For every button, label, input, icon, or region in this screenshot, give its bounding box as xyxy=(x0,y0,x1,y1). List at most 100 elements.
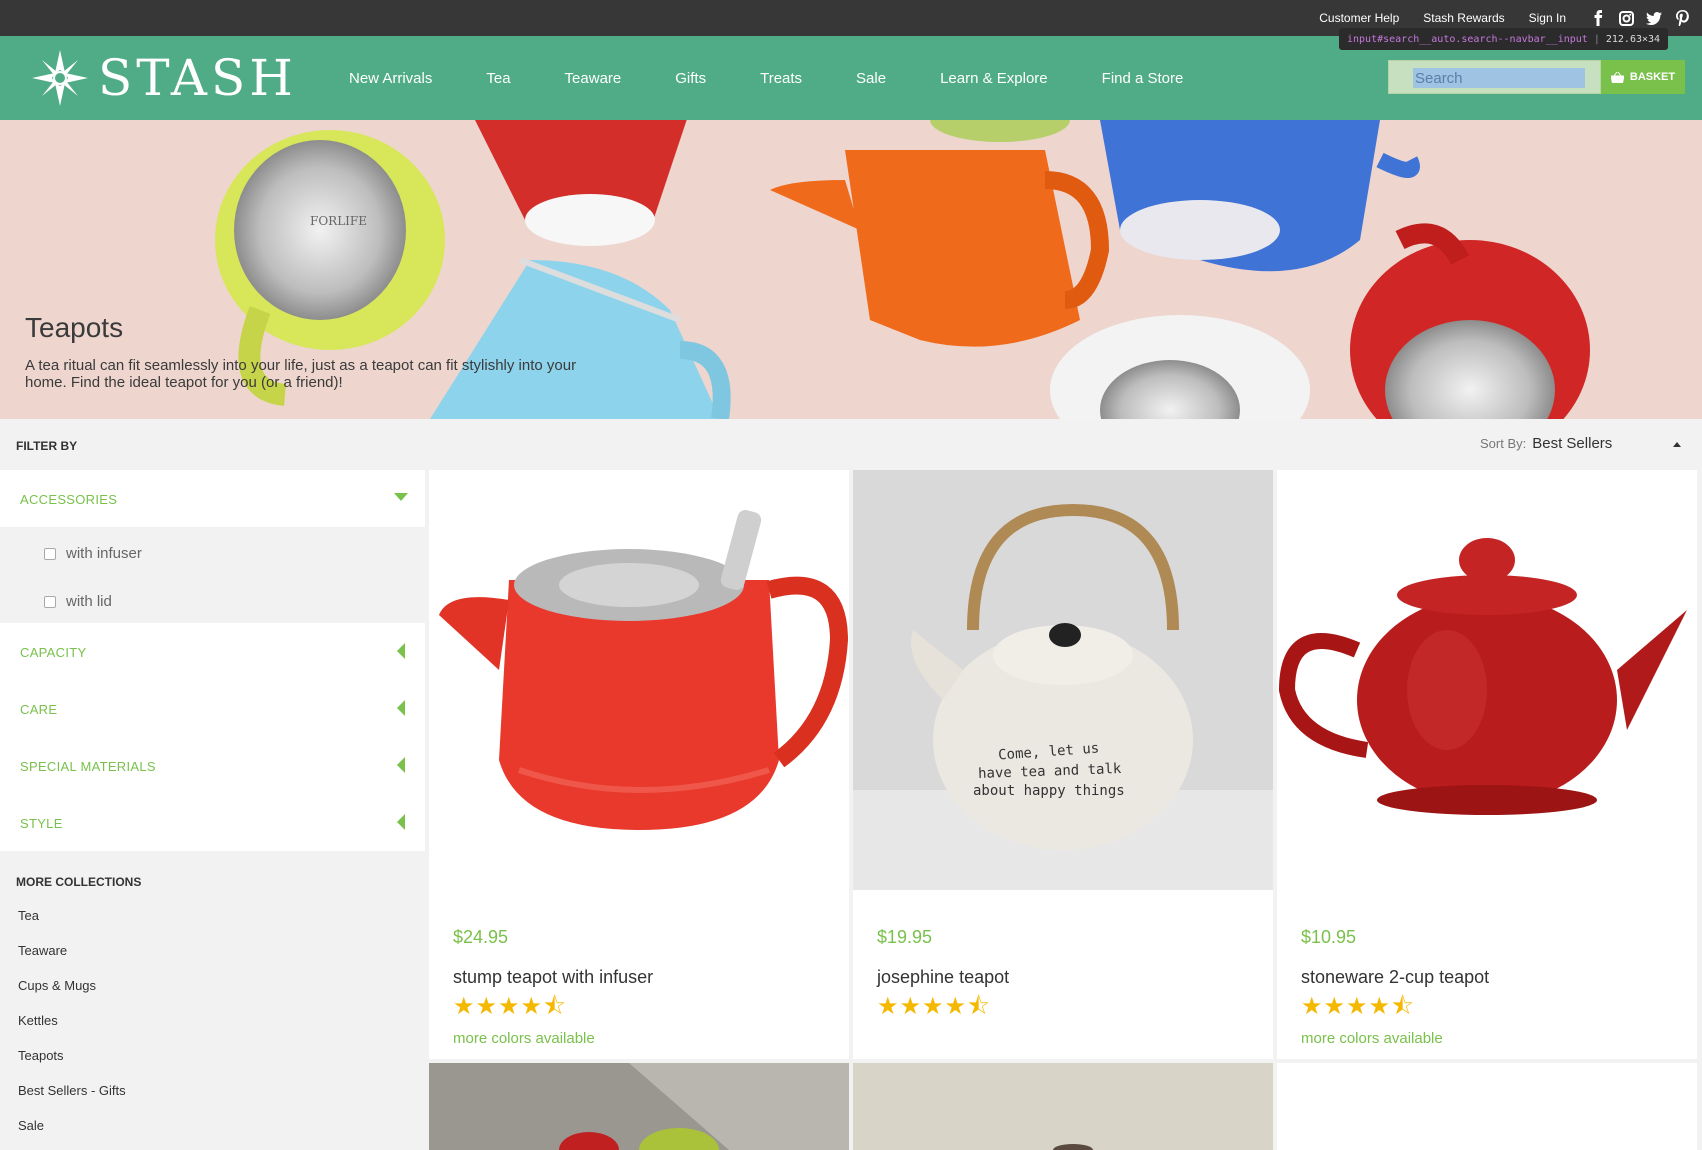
filter-option-with-infuser[interactable]: with infuser xyxy=(44,545,142,562)
filter-sidebar: ACCESSORIES with infuser with lid CAPACI… xyxy=(0,470,425,1150)
product-price: $19.95 xyxy=(877,927,933,947)
product-name[interactable]: stump teapot with infuser xyxy=(453,967,653,988)
nav-learn-explore[interactable]: Learn & Explore xyxy=(940,70,1048,87)
filter-option-label: with lid xyxy=(66,593,112,610)
nav-sale[interactable]: Sale xyxy=(856,70,886,87)
half-star-icon: ⯪ xyxy=(967,993,990,1020)
page-title: Teapots xyxy=(25,312,124,343)
collection-link-teaware[interactable]: Teaware xyxy=(18,943,67,958)
filter-group-title: ACCESSORIES xyxy=(20,492,118,507)
hero-forlife-text: FORLIFE xyxy=(310,214,367,228)
tooltip-dimensions: 212.63×34 xyxy=(1605,33,1661,45)
filter-group-title: CARE xyxy=(20,702,58,717)
more-colors-link[interactable]: more colors available xyxy=(453,1030,595,1047)
basket-icon xyxy=(1610,71,1624,83)
caret-left-icon xyxy=(397,814,405,830)
star-icon: ★ xyxy=(475,993,498,1020)
star-icon: ★ xyxy=(1301,993,1323,1020)
filter-group-style[interactable]: STYLE xyxy=(0,794,425,851)
twitter-icon[interactable] xyxy=(1646,10,1662,26)
sort-label: Sort By: xyxy=(1480,436,1527,451)
star-icon: ★ xyxy=(1368,993,1391,1020)
tooltip-separator: | xyxy=(1593,33,1600,45)
filter-group-capacity[interactable]: CAPACITY xyxy=(0,623,425,680)
star-icon: ★ xyxy=(944,993,967,1020)
star-icon: ★ xyxy=(453,993,475,1020)
collection-link-tea[interactable]: Tea xyxy=(18,908,39,923)
nav-find-store[interactable]: Find a Store xyxy=(1102,70,1184,87)
product-image[interactable] xyxy=(1277,470,1697,890)
accessories-options: with infuser with lid xyxy=(0,527,425,623)
star-icon: ★ xyxy=(520,993,543,1020)
stash-logo[interactable]: STASH xyxy=(30,48,297,108)
devtools-inspect-tooltip: input#search__auto.search--navbar__input… xyxy=(1339,28,1669,50)
filter-option-with-lid[interactable]: with lid xyxy=(44,593,112,610)
product-card-partial[interactable] xyxy=(1277,1063,1697,1150)
star-icon: ★ xyxy=(1346,993,1368,1020)
star-icon: ★ xyxy=(498,993,520,1020)
product-image[interactable] xyxy=(429,470,849,890)
product-image[interactable]: Come, let us have tea and talk about hap… xyxy=(853,470,1273,890)
filter-by-label: FILTER BY xyxy=(16,439,78,453)
more-colors-link[interactable]: more colors available xyxy=(1301,1030,1443,1047)
search-highlight: Search xyxy=(1413,68,1585,88)
collection-link-kettles[interactable]: Kettles xyxy=(18,1013,58,1028)
nav-new-arrivals[interactable]: New Arrivals xyxy=(349,70,432,87)
more-collections-title: MORE COLLECTIONS xyxy=(16,875,142,889)
half-star-icon: ⯪ xyxy=(1391,993,1414,1020)
product-price: $10.95 xyxy=(1301,927,1357,947)
product-card-partial[interactable] xyxy=(429,1063,849,1150)
nav-teaware[interactable]: Teaware xyxy=(565,70,622,87)
product-name[interactable]: stoneware 2-cup teapot xyxy=(1301,967,1489,988)
teapot-inscription-line: about happy things xyxy=(973,783,1125,799)
filter-option-label: with infuser xyxy=(66,545,142,562)
half-star-icon: ⯪ xyxy=(543,993,566,1020)
sign-in-link[interactable]: Sign In xyxy=(1529,11,1566,25)
brand-wordmark: STASH xyxy=(98,49,297,107)
filter-group-care[interactable]: CARE xyxy=(0,680,425,737)
basket-button[interactable]: BASKET xyxy=(1601,60,1685,94)
product-image xyxy=(429,1063,849,1150)
rating-stars: ★ ★ ★ ★ ⯪ xyxy=(453,994,566,1020)
facebook-icon[interactable] xyxy=(1590,10,1606,26)
star-icon: ★ xyxy=(877,993,899,1020)
nav-tea[interactable]: Tea xyxy=(486,70,510,87)
instagram-icon[interactable] xyxy=(1618,10,1634,26)
product-card-partial[interactable] xyxy=(853,1063,1273,1150)
caret-up-icon[interactable] xyxy=(1673,442,1681,447)
compass-star-icon xyxy=(32,50,88,106)
caret-left-icon xyxy=(397,643,405,659)
product-card[interactable]: Come, let us have tea and talk about hap… xyxy=(853,470,1273,1059)
basket-label: BASKET xyxy=(1629,71,1676,83)
collection-link-teapots[interactable]: Teapots xyxy=(18,1048,64,1063)
more-collections: MORE COLLECTIONS Tea Teaware Cups & Mugs… xyxy=(0,851,425,1150)
filter-group-accessories[interactable]: ACCESSORIES xyxy=(0,470,425,527)
page-description: A tea ritual can fit seamlessly into you… xyxy=(25,357,577,391)
product-card[interactable]: $10.95 stoneware 2-cup teapot ★ ★ ★ ★ ⯪ more… xyxy=(1277,470,1697,1059)
product-card[interactable]: $24.95 stump teapot with infuser ★ ★ ★ ★ ⯪ m… xyxy=(429,470,849,1059)
collection-link-sale[interactable]: Sale xyxy=(18,1118,44,1133)
product-name[interactable]: josephine teapot xyxy=(877,967,1009,988)
pinterest-icon[interactable] xyxy=(1674,10,1690,26)
stash-rewards-link[interactable]: Stash Rewards xyxy=(1423,11,1504,25)
nav-treats[interactable]: Treats xyxy=(760,70,802,87)
search-input[interactable]: Search xyxy=(1388,60,1601,94)
checkbox[interactable] xyxy=(44,595,56,608)
product-image xyxy=(853,1063,1273,1150)
nav-gifts[interactable]: Gifts xyxy=(675,70,706,87)
checkbox[interactable] xyxy=(44,547,56,560)
filter-group-title: STYLE xyxy=(20,816,63,831)
filter-group-title: SPECIAL MATERIALS xyxy=(20,759,156,774)
rating-stars: ★ ★ ★ ★ ⯪ xyxy=(877,994,990,1020)
filter-group-special-materials[interactable]: SPECIAL MATERIALS xyxy=(0,737,425,794)
caret-left-icon xyxy=(397,757,405,773)
collection-link-best-sellers-gifts[interactable]: Best Sellers - Gifts xyxy=(18,1083,126,1098)
filter-bar: FILTER BY Sort By: Best Sellers xyxy=(0,419,1702,470)
star-icon: ★ xyxy=(899,993,922,1020)
caret-down-icon xyxy=(394,493,408,501)
star-icon: ★ xyxy=(922,993,944,1020)
collection-link-cups-mugs[interactable]: Cups & Mugs xyxy=(18,978,96,993)
sort-dropdown[interactable]: Sort By: Best Sellers xyxy=(1480,435,1612,452)
customer-help-link[interactable]: Customer Help xyxy=(1319,11,1399,25)
tooltip-selector: input#search__auto.search--navbar__input xyxy=(1347,33,1588,45)
